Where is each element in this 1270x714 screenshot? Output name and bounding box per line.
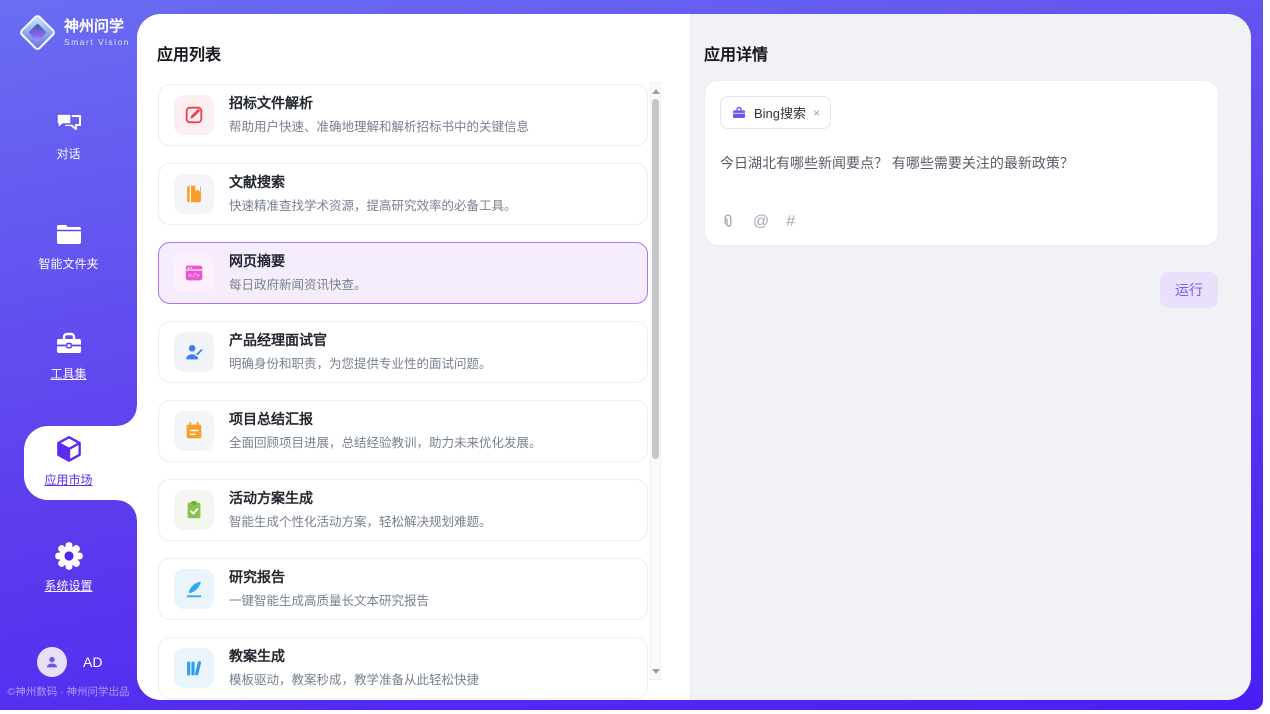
app-card-title: 网页摘要 [229, 253, 367, 270]
app-detail-title: 应用详情 [704, 41, 768, 65]
scroll-down-icon[interactable] [651, 665, 660, 677]
sidebar-item-smart-folder[interactable]: 智能文件夹 [0, 218, 137, 272]
query-text[interactable]: 今日湖北有哪些新闻要点？ 有哪些需要关注的最新政策？ [720, 153, 1203, 173]
sidebar-item-label: 应用市场 [0, 471, 137, 488]
bubble-corner-bottom [117, 500, 137, 520]
app-card-event-plan[interactable]: 活动方案生成 智能生成个性化活动方案，轻松解决规划难题。 [158, 479, 648, 541]
app-card-title: 招标文件解析 [229, 95, 529, 112]
prompt-card[interactable]: Bing搜索 × 今日湖北有哪些新闻要点？ 有哪些需要关注的最新政策？ @ # [704, 80, 1219, 246]
sidebar-item-label: 对话 [0, 145, 137, 162]
app-card-desc: 模板驱动，教案秒成，教学准备从此轻松快捷 [229, 669, 479, 688]
tool-tag-bing-search[interactable]: Bing搜索 × [720, 96, 831, 129]
app-card-desc: 每日政府新闻资讯快查。 [229, 274, 367, 293]
app-card-desc: 明确身份和职责，为您提供专业性的面试问题。 [229, 353, 492, 372]
app-cards: 招标文件解析 帮助用户快速、准确地理解和解析招标书中的关键信息 文献搜索 快速精… [158, 84, 648, 700]
avatar [37, 647, 67, 677]
briefcase-icon [731, 105, 747, 121]
brand-logo: 神州问学 Smart Vision [20, 15, 130, 50]
sidebar-item-settings[interactable]: 系统设置 [0, 540, 137, 594]
app-card-desc: 智能生成个性化活动方案，轻松解决规划难题。 [229, 511, 492, 530]
app-card-desc: 一键智能生成高质量长文本研究报告 [229, 590, 429, 609]
app-card-title: 文献搜索 [229, 174, 517, 191]
app-card-desc: 快速精准查找学术资源，提高研究效率的必备工具。 [229, 195, 517, 214]
app-card-title: 产品经理面试官 [229, 332, 492, 349]
main-panel: 应用列表 招标文件解析 帮助用户快速、准确地理解和解析招标书中的关键信息 [137, 14, 1251, 700]
brand-diamond-icon [18, 13, 56, 51]
app-card-project-summary[interactable]: 项目总结汇报 全面回顾项目进展，总结经验教训，助力未来优化发展。 [158, 400, 648, 462]
bubble-corner-top [117, 406, 137, 426]
gear-icon [0, 540, 137, 572]
sidebar-item-chat[interactable]: 对话 [0, 108, 137, 162]
sidebar-item-label: 工具集 [0, 365, 137, 382]
attach-toolbar: @ # [720, 213, 795, 231]
sidebar-item-label: 智能文件夹 [0, 255, 137, 272]
sidebar-footer: ©神州数码 · 神州问学出品 [0, 684, 137, 699]
book-icon [174, 174, 214, 214]
mention-icon[interactable]: @ [753, 213, 769, 231]
app-card-lesson-plan[interactable]: 教案生成 模板驱动，教案秒成，教学准备从此轻松快捷 [158, 637, 648, 699]
brand-tagline: Smart Vision [64, 37, 130, 47]
edit-doc-icon [174, 95, 214, 135]
app-list-pane: 应用列表 招标文件解析 帮助用户快速、准确地理解和解析招标书中的关键信息 [137, 14, 690, 700]
books-icon [174, 648, 214, 688]
list-scrollbar[interactable] [650, 82, 661, 680]
hashtag-icon[interactable]: # [786, 213, 795, 231]
run-button[interactable]: 运行 [1160, 272, 1218, 308]
sidebar-item-toolset[interactable]: 工具集 [0, 328, 137, 382]
user-account[interactable]: AD [37, 647, 102, 677]
ink-pen-icon [174, 569, 214, 609]
chat-icon [0, 108, 137, 140]
cube-icon [0, 434, 137, 466]
tool-tag-label: Bing搜索 [754, 103, 806, 122]
calendar-icon [174, 411, 214, 451]
app-card-title: 研究报告 [229, 569, 429, 586]
app-card-desc: 全面回顾项目进展，总结经验教训，助力未来优化发展。 [229, 432, 542, 451]
app-card-research-report[interactable]: 研究报告 一键智能生成高质量长文本研究报告 [158, 558, 648, 620]
clipboard-check-icon [174, 490, 214, 530]
folder-icon [0, 218, 137, 250]
scroll-up-icon[interactable] [651, 85, 660, 97]
app-card-title: 项目总结汇报 [229, 411, 542, 428]
brand-name: 神州问学 [64, 18, 130, 35]
sidebar-item-app-market[interactable]: 应用市场 [0, 434, 137, 488]
user-initials: AD [83, 654, 102, 670]
app-card-bid-parsing[interactable]: 招标文件解析 帮助用户快速、准确地理解和解析招标书中的关键信息 [158, 84, 648, 146]
app-detail-pane: 应用详情 Bing搜索 × 今日湖北有哪些新闻要点？ 有哪些需要关注的最新政策？… [690, 14, 1251, 700]
svg-text:</>: </> [188, 272, 200, 279]
app-card-desc: 帮助用户快速、准确地理解和解析招标书中的关键信息 [229, 116, 529, 135]
sidebar-item-label: 系统设置 [0, 577, 137, 594]
app-card-literature-search[interactable]: 文献搜索 快速精准查找学术资源，提高研究效率的必备工具。 [158, 163, 648, 225]
app-card-web-summary[interactable]: </> 网页摘要 每日政府新闻资讯快查。 [158, 242, 648, 304]
app-window: 神州问学 Smart Vision 对话 智能文件夹 工具集 [0, 0, 1270, 714]
app-list-title: 应用列表 [157, 41, 221, 65]
interviewer-icon [174, 332, 214, 372]
web-code-icon: </> [174, 253, 214, 293]
paperclip-icon[interactable] [720, 213, 736, 231]
app-card-title: 教案生成 [229, 648, 479, 665]
scrollbar-thumb[interactable] [652, 99, 659, 459]
app-card-pm-interviewer[interactable]: 产品经理面试官 明确身份和职责，为您提供专业性的面试问题。 [158, 321, 648, 383]
app-card-title: 活动方案生成 [229, 490, 492, 507]
close-icon[interactable]: × [813, 106, 820, 120]
toolbox-icon [0, 328, 137, 360]
